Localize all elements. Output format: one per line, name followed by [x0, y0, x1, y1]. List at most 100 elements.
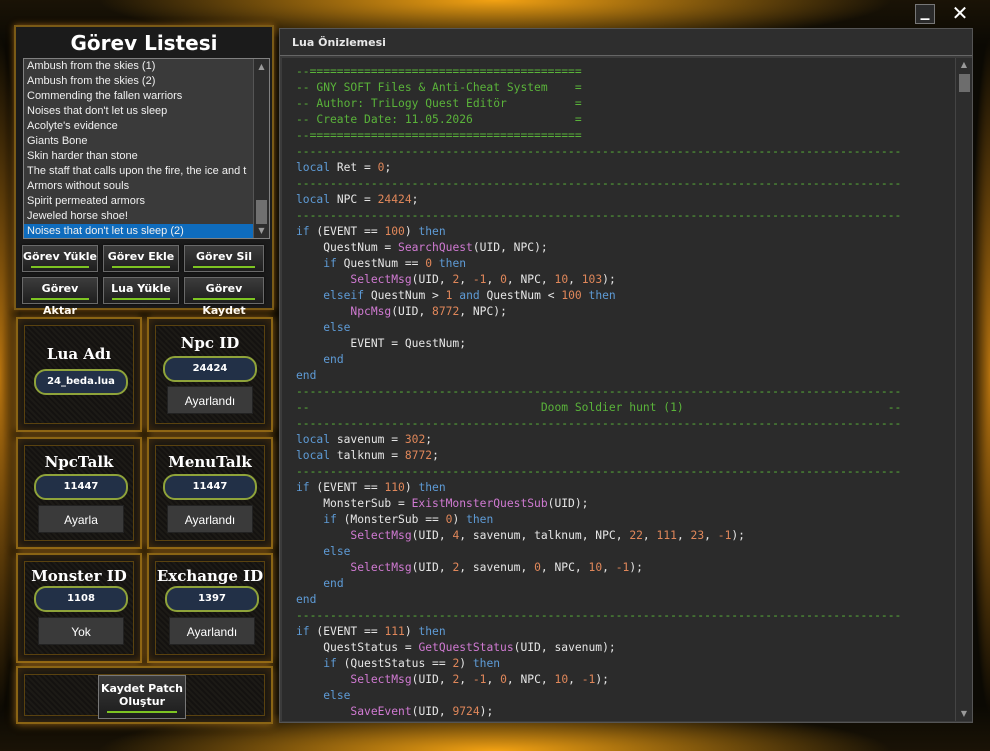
code-token: local: [296, 449, 331, 462]
code-token: );: [595, 673, 609, 686]
add-quest-button[interactable]: Görev Ekle: [103, 245, 179, 272]
code-token: ,: [642, 529, 657, 542]
code-line: EVENT = QuestNum;: [296, 336, 956, 352]
menutalk-box: MenuTalk 11447 Ayarlandı: [147, 437, 273, 549]
npc-id-status[interactable]: Ayarlandı: [167, 386, 253, 414]
code-token: if: [296, 225, 310, 238]
code-token: ,: [459, 273, 473, 286]
code-token: if: [323, 257, 337, 270]
scroll-up-icon[interactable]: ▲: [956, 58, 972, 72]
code-token: then: [418, 481, 446, 494]
load-quest-button[interactable]: Görev Yükle: [22, 245, 98, 272]
quest-list-item[interactable]: Ambush from the skies (2): [24, 74, 253, 89]
code-line: local savenum = 302;: [296, 432, 956, 448]
code-token: --======================================…: [296, 65, 582, 78]
quest-listbox[interactable]: Ambush from the skies (1) Ambush from the…: [23, 58, 270, 239]
code-token: 111: [384, 625, 405, 638]
code-scrollbar[interactable]: ▲ ▼: [955, 58, 972, 721]
code-line: ----------------------------------------…: [296, 176, 956, 192]
quest-list-item[interactable]: Commending the fallen warriors: [24, 89, 253, 104]
monster-id-field[interactable]: 1108: [34, 586, 128, 612]
load-lua-button[interactable]: Lua Yükle: [103, 277, 179, 304]
npc-id-field[interactable]: 24424: [163, 356, 257, 382]
code-token: , NPC);: [459, 305, 507, 318]
quest-list-item[interactable]: Armors without souls: [24, 179, 253, 194]
npc-id-box: Npc ID 24424 Ayarlandı: [147, 317, 273, 432]
lua-name-box: Lua Adı 24_beda.lua: [16, 317, 142, 432]
quest-list-item[interactable]: Spirit permeated armors: [24, 194, 253, 209]
code-line: ----------------------------------------…: [296, 464, 956, 480]
code-token: ;: [425, 433, 433, 446]
quest-buttons-row2: Görev Aktar Lua Yükle Görev Kaydet: [22, 277, 268, 317]
code-token: 0: [534, 561, 541, 574]
code-token: SelectMsg: [350, 673, 412, 686]
code-token: , NPC,: [540, 561, 589, 574]
monster-id-status[interactable]: Yok: [38, 617, 124, 645]
quest-list-item[interactable]: Jeweled horse shoe!: [24, 209, 253, 224]
code-line: else: [296, 544, 956, 560]
quest-list-scrollbar[interactable]: ▲ ▼: [253, 59, 269, 238]
code-line: else: [296, 320, 956, 336]
code-token: elseif: [323, 289, 365, 302]
exchange-id-status[interactable]: Ayarlandı: [169, 617, 255, 645]
code-token: 24424: [377, 193, 412, 206]
menutalk-field[interactable]: 11447: [163, 474, 257, 500]
lua-code-editor[interactable]: --======================================…: [282, 58, 972, 721]
minimize-button[interactable]: _: [915, 2, 935, 24]
code-line: MonsterSub = ExistMonsterQuestSub(UID);: [296, 496, 956, 512]
exchange-id-field[interactable]: 1397: [165, 586, 259, 612]
npctalk-field[interactable]: 11447: [34, 474, 128, 500]
quest-list-item[interactable]: Ambush from the skies (1): [24, 59, 253, 74]
close-button[interactable]: ✕: [950, 3, 970, 24]
code-token: ExistMonsterQuestSub: [411, 497, 548, 510]
code-line: SaveEvent(UID, 9724);: [296, 704, 956, 720]
code-token: -1: [581, 673, 596, 686]
quest-list-item[interactable]: Noises that don't let us sleep (2): [24, 224, 253, 238]
save-quest-button[interactable]: Görev Kaydet: [184, 277, 264, 317]
scroll-thumb[interactable]: [959, 74, 970, 92]
code-token: ;: [432, 449, 439, 462]
code-line: if (EVENT == 111) then: [296, 624, 956, 640]
scroll-down-icon[interactable]: ▼: [956, 707, 972, 721]
quest-list-item[interactable]: Noises that don't let us sleep: [24, 104, 253, 119]
code-token: );: [731, 529, 745, 542]
lua-name-field[interactable]: 24_beda.lua: [34, 369, 128, 395]
code-token: );: [479, 705, 494, 718]
transfer-quest-button[interactable]: Görev Aktar: [22, 277, 98, 317]
code-line: local Ret = 0;: [296, 160, 956, 176]
quest-list-item[interactable]: Acolyte's evidence: [24, 119, 253, 134]
code-token: (UID,: [411, 273, 453, 286]
quest-list-item[interactable]: The staff that calls upon the fire, the …: [24, 164, 253, 179]
npctalk-status[interactable]: Ayarla: [38, 505, 124, 533]
scroll-thumb[interactable]: [256, 200, 267, 224]
delete-quest-button[interactable]: Görev Sil: [184, 245, 264, 272]
scroll-down-icon[interactable]: ▼: [254, 223, 269, 238]
code-token: , NPC,: [506, 673, 555, 686]
quest-list-item[interactable]: Skin harder than stone: [24, 149, 253, 164]
code-token: end: [296, 593, 317, 606]
code-token: ;: [384, 161, 392, 174]
code-token: ----------------------------------------…: [296, 417, 902, 430]
save-patch-button[interactable]: Kaydet Patch Oluştur: [98, 675, 186, 719]
code-token: QuestNum <: [479, 289, 562, 302]
code-token: , NPC,: [506, 273, 555, 286]
code-line: NpcMsg(UID, 8772, NPC);: [296, 304, 956, 320]
code-token: , savenum,: [459, 561, 535, 574]
quest-list-item[interactable]: Giants Bone: [24, 134, 253, 149]
code-token: (EVENT ==: [309, 225, 385, 238]
code-token: SelectMsg: [350, 561, 412, 574]
code-line: -- Doom Soldier hunt (1) --: [296, 400, 956, 416]
code-token: local: [296, 161, 331, 174]
scroll-up-icon[interactable]: ▲: [254, 59, 269, 74]
menutalk-status[interactable]: Ayarlandı: [167, 505, 253, 533]
npctalk-title: NpcTalk: [44, 453, 114, 471]
code-token: QuestNum >: [364, 289, 446, 302]
